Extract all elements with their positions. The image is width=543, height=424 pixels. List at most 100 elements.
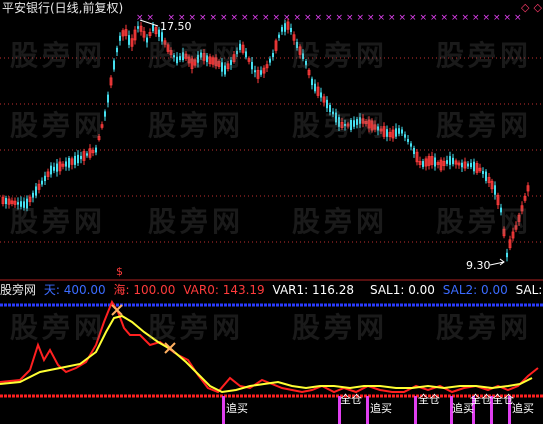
top-mark: × <box>315 13 323 23</box>
top-mark: × <box>283 13 291 23</box>
candle-body <box>77 154 79 164</box>
top-mark: × <box>409 13 417 23</box>
signal-label: 追买 <box>512 402 534 415</box>
watermark: 股旁网 <box>292 109 389 142</box>
legend-item-var0: VAR0: 143.19 <box>183 283 265 297</box>
watermark: 股旁网 <box>148 109 245 142</box>
candle-body <box>80 155 82 160</box>
top-mark: × <box>378 13 386 23</box>
signal-label: 全仓 <box>340 393 362 406</box>
indicator-name: 股旁网 <box>0 283 37 297</box>
candle-body <box>272 52 274 58</box>
candle-body <box>128 35 130 45</box>
candle-body <box>449 156 451 165</box>
signal-label: 追买 <box>370 402 392 415</box>
candle-body <box>116 47 118 53</box>
candle-body <box>251 61 253 70</box>
watermark: 股旁网 <box>436 311 533 344</box>
candle-body <box>404 134 406 138</box>
top-mark: × <box>325 13 333 23</box>
legend-item-var1: VAR1: 116.28 <box>272 283 354 297</box>
top-mark: × <box>462 13 470 23</box>
legend-item-sal2: SAL2: 0.00 <box>442 283 508 297</box>
candle-body <box>314 83 316 92</box>
candle-body <box>53 166 55 171</box>
top-mark: × <box>336 13 344 23</box>
candle-body <box>407 139 409 142</box>
watermark: 股旁网 <box>148 205 245 238</box>
watermark: 股旁网 <box>148 39 245 72</box>
watermark: 股旁网 <box>10 109 107 142</box>
candle-body <box>461 162 463 168</box>
candle-body <box>401 129 403 134</box>
candle-body <box>422 161 424 167</box>
candle-body <box>473 161 475 172</box>
watermark: 股旁网 <box>436 109 533 142</box>
top-mark: × <box>399 13 407 23</box>
candle-body <box>320 92 322 98</box>
legend-item-tian: 天: 400.00 <box>43 283 106 297</box>
high-price-label: 17.50 <box>160 20 192 33</box>
candle-body <box>86 153 88 156</box>
legend-item-sal1: SAL1: 0.00 <box>370 283 435 297</box>
indicator-legend: 股旁网 天: 400.00 海: 100.00 VAR0: 143.19 VAR… <box>0 283 358 297</box>
candle-body <box>107 94 109 103</box>
signal-label: 全仓 <box>470 393 492 406</box>
candle-body <box>245 51 247 58</box>
top-mark: × <box>367 13 375 23</box>
top-mark: × <box>430 13 438 23</box>
legend-item-hai: 海: 100.00 <box>113 283 176 297</box>
top-mark: × <box>273 13 281 23</box>
top-mark: × <box>346 13 354 23</box>
top-mark: × <box>441 13 449 23</box>
stock-chart-window: × × × × × × × × × × × × × × × × × × × × × × × × × × × × × × × × × × × × 股旁网… <box>0 0 543 424</box>
low-arrow <box>489 258 505 266</box>
candle-body <box>434 157 436 167</box>
candle-body <box>260 70 262 75</box>
signal-bar <box>414 396 417 424</box>
top-mark: × <box>252 13 260 23</box>
candle-body <box>311 78 313 86</box>
candle-body <box>482 171 484 174</box>
watermark: 股旁网 <box>436 205 533 238</box>
legend-item-sal: SAL: 0.00 <box>515 283 543 297</box>
candle-body <box>68 157 70 168</box>
candle-body <box>278 34 280 38</box>
top-mark: × <box>147 13 155 23</box>
indicator-legend-right: SAL1: 0.00 SAL2: 0.00 SAL: 0.00 <box>370 283 543 297</box>
top-mark: × <box>304 13 312 23</box>
watermark: 股旁网 <box>436 39 533 72</box>
candle-body <box>41 180 43 185</box>
top-mark: × <box>210 13 218 23</box>
candle-body <box>506 252 508 258</box>
candle-body <box>494 185 496 195</box>
watermark: 股旁网 <box>10 311 107 344</box>
top-mark: × <box>241 13 249 23</box>
signal-bar <box>222 396 225 424</box>
top-mark: × <box>357 13 365 23</box>
candle-body <box>113 60 115 70</box>
top-mark: × <box>262 13 270 23</box>
candle-body <box>32 192 34 198</box>
watermark: 股旁网 <box>10 205 107 238</box>
low-price-label: 9.30 <box>466 259 491 272</box>
candle-body <box>452 157 454 165</box>
candle-body <box>95 147 97 153</box>
chart-title: 平安银行(日线,前复权) <box>2 1 124 15</box>
candle-body <box>467 163 469 167</box>
watermark: 股旁网 <box>292 205 389 238</box>
watermark: 股旁网 <box>148 311 245 344</box>
window-control-icons[interactable]: ◇◇ <box>521 1 543 15</box>
top-mark: × <box>451 13 459 23</box>
top-mark: × <box>199 13 207 23</box>
candle-body <box>44 175 46 182</box>
signal-label: 全仓 <box>418 393 440 406</box>
candle-body <box>119 35 121 41</box>
top-mark: × <box>388 13 396 23</box>
candle-body <box>413 147 415 155</box>
candle-body <box>446 160 448 164</box>
candle-body <box>35 186 37 196</box>
top-mark: × <box>420 13 428 23</box>
candle-body <box>485 171 487 181</box>
candle-body <box>284 23 286 32</box>
